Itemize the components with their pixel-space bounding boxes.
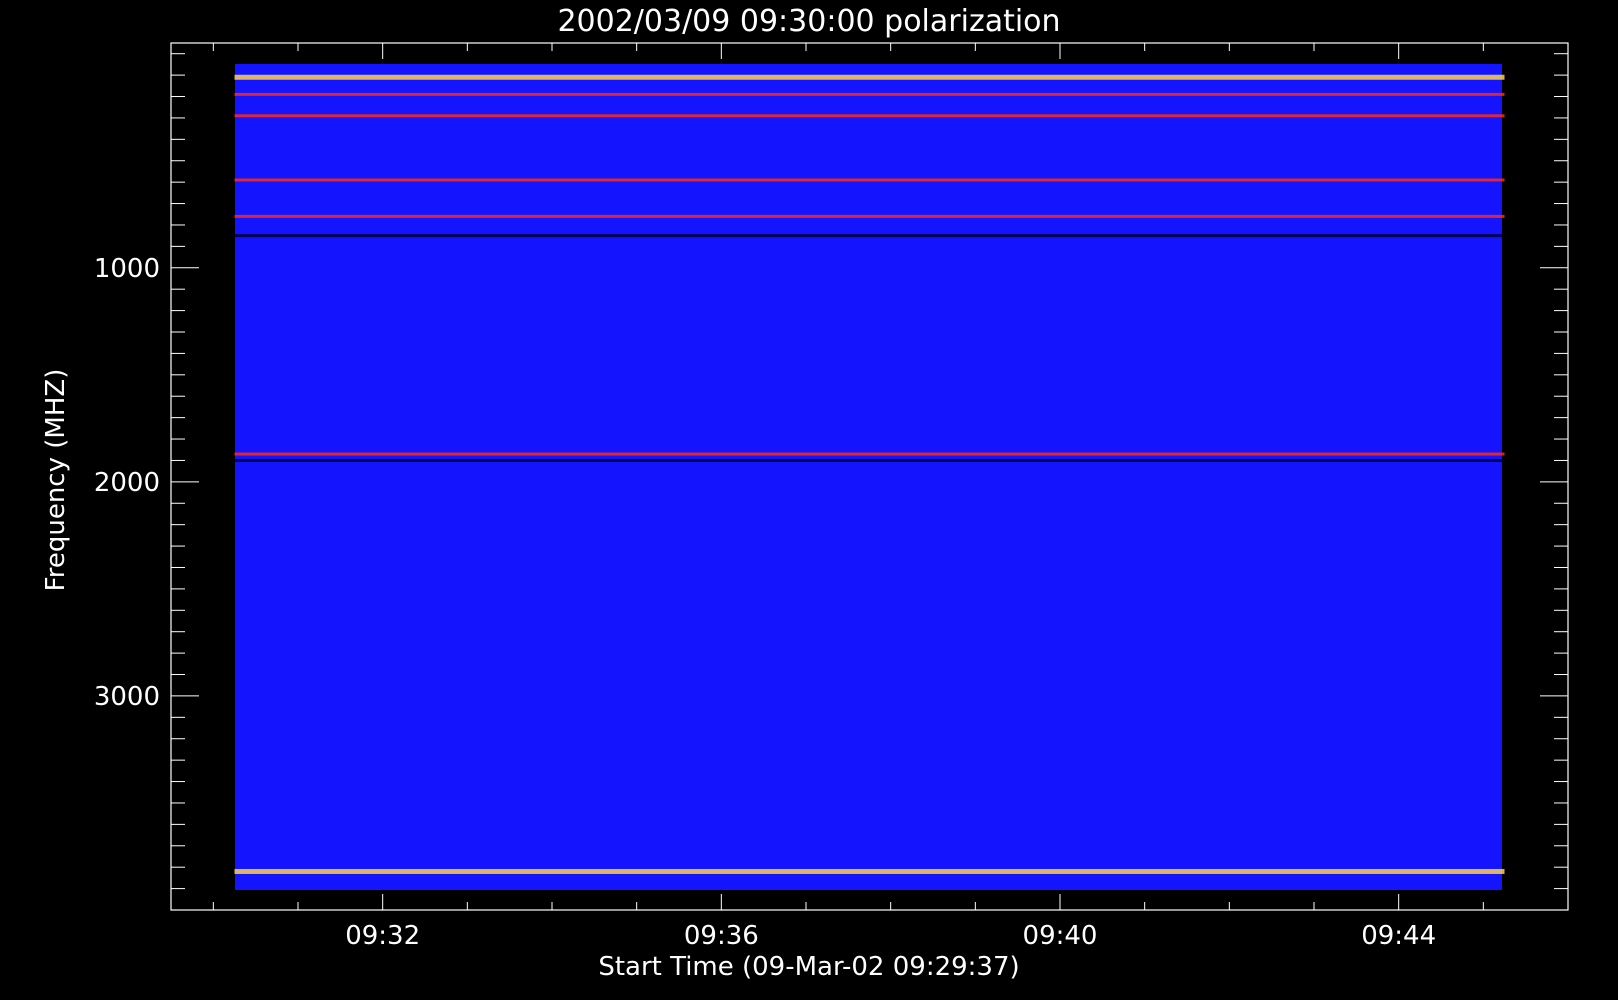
- band-4: [234, 214, 1505, 218]
- x-axis-label: Start Time (09-Mar-02 09:29:37): [598, 952, 1019, 982]
- y-tick-label-2: 3000: [94, 682, 160, 712]
- band-5: [234, 234, 1505, 238]
- spectrogram-chart: 2002/03/09 09:30:00 polarization 09:32 09…: [41, 4, 1569, 982]
- band-8: [234, 868, 1505, 874]
- band-0: [234, 74, 1505, 80]
- band-6: [234, 452, 1505, 456]
- spectrogram-field: [235, 64, 1502, 890]
- band-7: [234, 458, 1505, 462]
- x-tick-label-2: 09:40: [1023, 921, 1098, 951]
- y-tick-label-0: 1000: [94, 254, 160, 284]
- y-tick-label-1: 2000: [94, 468, 160, 498]
- y-axis-label: Frequency (MHZ): [41, 369, 71, 592]
- x-tick-label-3: 09:44: [1361, 921, 1436, 951]
- x-tick-label-1: 09:36: [684, 921, 759, 951]
- band-3: [234, 178, 1505, 182]
- chart-title: 2002/03/09 09:30:00 polarization: [557, 4, 1060, 39]
- band-1: [234, 92, 1505, 96]
- band-2: [234, 114, 1505, 118]
- x-tick-label-0: 09:32: [345, 921, 420, 951]
